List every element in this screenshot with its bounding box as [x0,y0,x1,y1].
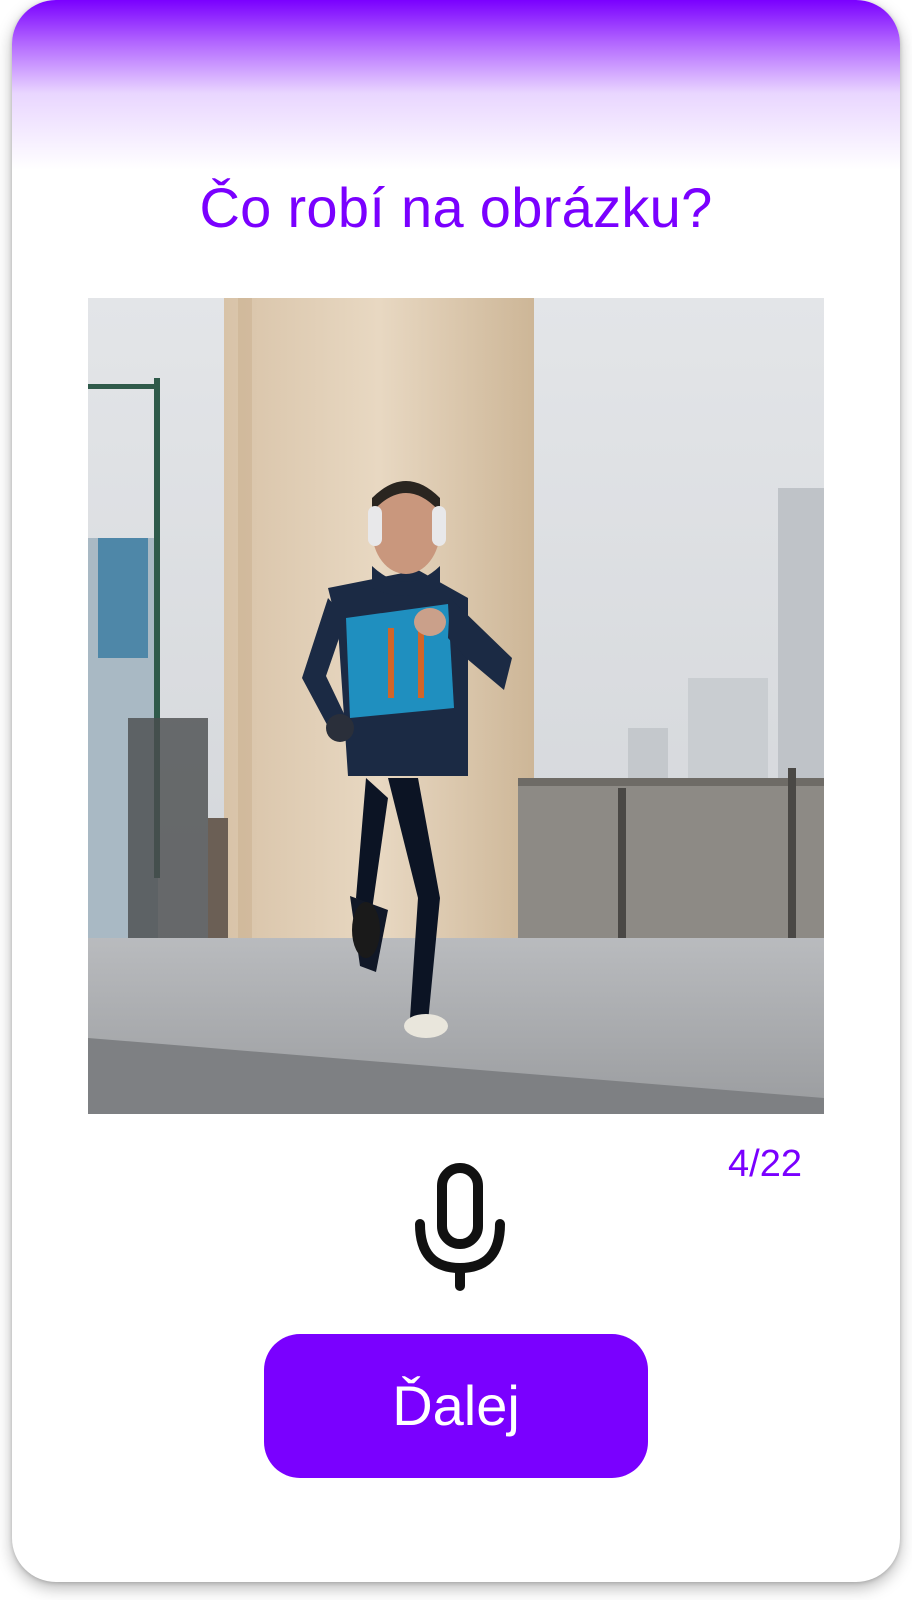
question-title: Čo robí na obrázku? [199,176,713,239]
question-image [88,298,824,1114]
quiz-card: Čo robí na obrázku? 4/22 Ďalej [12,0,900,1582]
microphone-icon [415,1163,505,1291]
microphone-button[interactable] [412,1160,508,1292]
progress-counter: 4/22 [728,1143,802,1185]
next-button[interactable]: Ďalej [264,1334,648,1478]
card-header-gradient [12,0,900,170]
runner-photo [88,298,824,1114]
